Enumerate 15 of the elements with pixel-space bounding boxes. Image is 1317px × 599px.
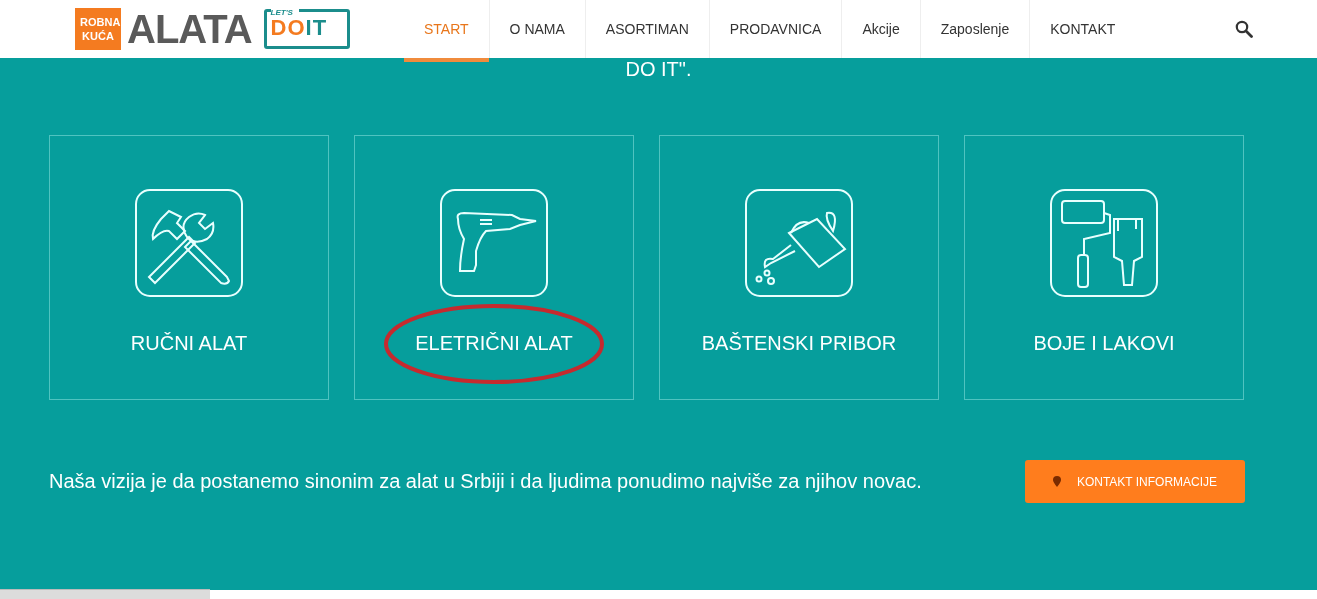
paint-roller-brush-icon [1050, 189, 1158, 297]
location-pin-icon [1052, 476, 1061, 487]
logo-badge: ROBNA KUĆA [75, 8, 121, 50]
hammer-wrench-icon [135, 189, 243, 297]
intro-text: DO IT". [624, 58, 693, 82]
vision-text: Naša vizija je da postanemo sinonim za alat u Srbiji i da ljudima ponudimo najviše za njihov novac. [49, 470, 923, 493]
logo-wordmark: ALATA [127, 6, 253, 52]
slogan-logo: LET'S DOIT [263, 9, 350, 49]
drill-icon [440, 189, 548, 297]
watering-can-icon [745, 189, 853, 297]
category-label: BOJE I LAKOVI [1033, 332, 1175, 354]
category-label: ELETRIČNI ALAT [415, 332, 573, 354]
search-icon[interactable] [1235, 20, 1254, 38]
category-label: BAŠTENSKI PRIBOR [701, 332, 897, 354]
category-label: RUČNI ALAT [130, 332, 248, 354]
